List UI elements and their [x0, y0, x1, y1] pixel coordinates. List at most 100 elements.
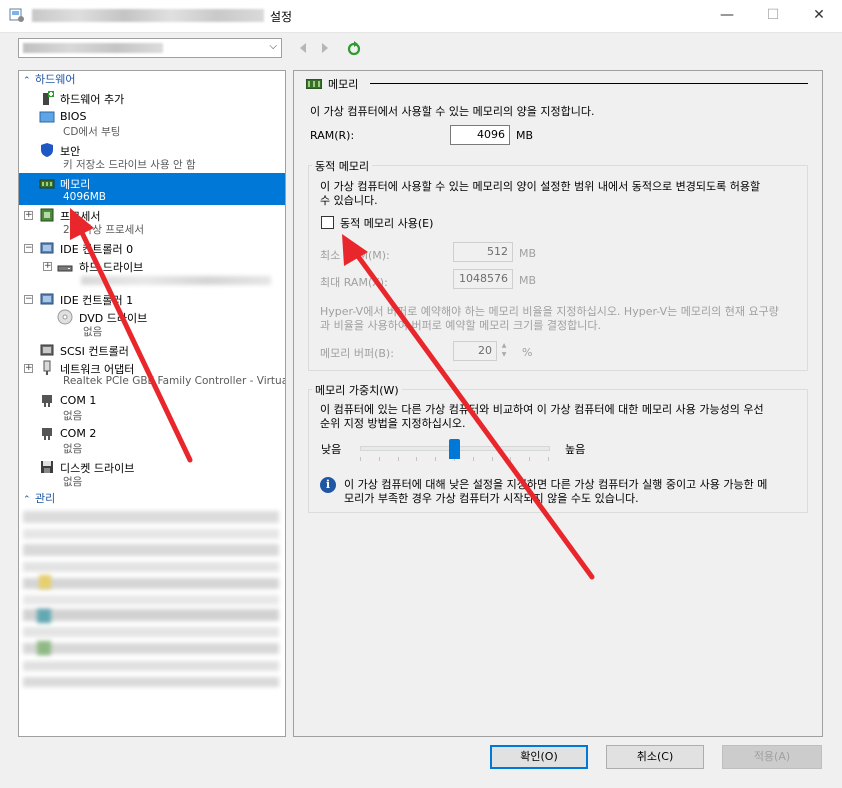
hardware-tree-pane[interactable]: ⌃ 하드웨어 하드웨어 추가 BIOS CD에서 부팅 보안 키 저장소 드라이브… — [18, 70, 286, 737]
refresh-icon[interactable] — [346, 40, 362, 56]
sidebar-item-ide-controller-1[interactable]: − IDE 컨트롤러 1 — [19, 290, 285, 308]
sidebar-item-sub: 없음 — [63, 476, 83, 488]
weight-low-label: 낮음 — [321, 443, 342, 456]
slider-tick — [491, 457, 493, 461]
sidebar-item-processor[interactable]: + 프로세서 2개 가상 프로세서 — [19, 206, 285, 238]
dvd-disc-icon — [57, 309, 73, 325]
min-ram-input[interactable]: 512 — [453, 242, 513, 262]
sidebar-item-sub: 키 저장소 드라이브 사용 안 함 — [63, 159, 196, 171]
min-ram-unit: MB — [519, 247, 537, 260]
sidebar-item-scsi-controller[interactable]: SCSI 컨트롤러 — [19, 341, 285, 359]
enable-dynamic-memory-label[interactable]: 동적 메모리 사용(E) — [340, 215, 433, 231]
slider-tick — [378, 457, 380, 461]
slider-tick — [472, 457, 474, 461]
memory-buffer-label: 메모리 버퍼(B): — [320, 347, 394, 360]
add-hardware-icon — [43, 91, 54, 105]
expand-icon[interactable]: + — [43, 262, 52, 271]
memory-weight-slider[interactable] — [360, 437, 550, 463]
vm-selector-combo[interactable]: ⌵ — [18, 38, 282, 58]
maximize-button[interactable]: ☐ — [750, 0, 796, 32]
slider-tick — [510, 457, 512, 461]
blurred-management-items — [23, 509, 279, 709]
settings-app-icon — [9, 8, 24, 22]
weight-high-label: 높음 — [565, 443, 586, 456]
slider-tick — [529, 457, 531, 461]
memory-settings-pane: 메모리 이 가상 컴퓨터에서 사용할 수 있는 메모리의 양을 지정합니다. R… — [293, 70, 823, 737]
chevron-down-icon: ⌵ — [269, 41, 277, 52]
sidebar-item-label: 하드웨어 추가 — [60, 93, 125, 106]
memory-chip-icon — [306, 79, 322, 89]
minimize-button[interactable]: — — [704, 0, 750, 32]
sidebar-item-add-hardware[interactable]: 하드웨어 추가 — [19, 89, 285, 107]
sidebar-item-security[interactable]: 보안 키 저장소 드라이브 사용 안 함 — [19, 141, 285, 173]
max-ram-input[interactable]: 1048576 — [453, 269, 513, 289]
management-section-header[interactable]: ⌃ 관리 — [23, 491, 55, 507]
sidebar-item-network-adapter[interactable]: + 네트워크 어댑터 Realtek PCIe GBE Family Contr… — [19, 359, 285, 391]
shield-icon — [41, 143, 53, 157]
slider-thumb[interactable] — [448, 439, 460, 459]
sidebar-item-bios[interactable]: BIOS CD에서 부팅 — [19, 108, 285, 140]
sidebar-item-label: IDE 컨트롤러 1 — [60, 294, 134, 307]
collapse-icon[interactable]: − — [24, 295, 33, 304]
dynamic-memory-title: 동적 메모리 — [312, 158, 373, 174]
chevron-up-icon: ⌃ — [23, 495, 31, 505]
sidebar-item-sub: 2개 가상 프로세서 — [63, 224, 144, 236]
sidebar-item-com2[interactable]: COM 2 없음 — [19, 425, 285, 457]
ide-controller-icon — [40, 293, 54, 305]
expand-icon[interactable]: + — [24, 211, 33, 220]
collapse-icon[interactable]: − — [24, 244, 33, 253]
slider-tick — [397, 457, 399, 461]
serial-port-icon — [42, 395, 52, 407]
weight-info-2: 모리가 부족한 경우 가상 컴퓨터가 시작되지 않을 수도 있습니다. — [344, 492, 639, 505]
serial-port-icon — [42, 428, 52, 440]
bios-chip-icon — [39, 111, 55, 123]
sidebar-item-label: IDE 컨트롤러 0 — [60, 243, 134, 256]
dynamic-memory-desc-1: 이 가상 컴퓨터에 사용할 수 있는 메모리의 양이 설정한 범위 내에서 동적… — [320, 180, 761, 193]
hard-drive-icon — [57, 265, 73, 272]
buffer-spin-icon[interactable]: ▲ ▼ — [497, 341, 511, 361]
blurred-folder-icon — [39, 575, 51, 589]
ok-button[interactable]: 확인(O) — [490, 745, 588, 769]
weight-desc-2: 순위 지정 방법을 지정하십시오. — [320, 417, 466, 430]
blurred-checkpoint-icon — [37, 641, 51, 655]
max-ram-label: 최대 RAM(X): — [320, 276, 388, 289]
sidebar-item-sub: CD에서 부팅 — [63, 126, 121, 138]
sidebar-item-label: 하드 드라이브 — [79, 261, 144, 274]
dynamic-memory-group — [308, 165, 808, 371]
sidebar-item-sub: 4096MB — [63, 191, 106, 203]
back-arrow-icon[interactable] — [298, 42, 308, 54]
ram-unit: MB — [516, 129, 534, 142]
memory-weight-title: 메모리 가중치(W) — [312, 382, 402, 398]
sidebar-item-ide-controller-0[interactable]: − IDE 컨트롤러 0 — [19, 239, 285, 257]
cancel-button[interactable]: 취소(C) — [606, 745, 704, 769]
blurred-integration-icon — [37, 609, 51, 623]
expand-icon[interactable]: + — [24, 364, 33, 373]
window-title: 설정 — [270, 10, 293, 24]
forward-arrow-icon[interactable] — [320, 42, 330, 54]
slider-tick — [360, 457, 361, 461]
sidebar-item-label: COM 1 — [60, 394, 97, 407]
sidebar-item-memory[interactable]: 메모리 4096MB — [19, 173, 285, 205]
memory-buffer-input[interactable]: 20 — [453, 341, 497, 361]
sidebar-item-hard-drive[interactable]: + 하드 드라이브 — [19, 257, 285, 289]
sidebar-item-dvd-drive[interactable]: DVD 드라이브 없음 — [19, 308, 285, 340]
memory-chip-icon — [39, 179, 55, 189]
enable-dynamic-memory-checkbox[interactable] — [321, 216, 334, 229]
memory-description: 이 가상 컴퓨터에서 사용할 수 있는 메모리의 양을 지정합니다. — [310, 105, 595, 118]
blurred-vhd-path — [81, 276, 271, 285]
buffer-desc-2: 과 비율을 사용하여 버퍼로 예약할 메모리 크기를 결정합니다. — [320, 319, 601, 332]
blurred-vm-name — [23, 43, 163, 53]
close-button[interactable]: ✕ — [796, 0, 842, 32]
floppy-disk-icon — [41, 461, 53, 473]
dynamic-memory-desc-2: 수 있습니다. — [320, 194, 378, 207]
sidebar-item-label: BIOS — [60, 110, 87, 123]
sidebar-item-sub: 없음 — [63, 443, 83, 455]
apply-button[interactable]: 적용(A) — [722, 745, 822, 769]
sidebar-item-com1[interactable]: COM 1 없음 — [19, 392, 285, 424]
ram-input[interactable]: 4096 — [450, 125, 510, 145]
min-ram-label: 최소 RAM(M): — [320, 249, 390, 262]
chevron-up-icon: ⌃ — [23, 76, 31, 86]
processor-icon — [40, 208, 54, 222]
hardware-section-header[interactable]: ⌃ 하드웨어 — [23, 72, 75, 88]
sidebar-item-diskette-drive[interactable]: 디스켓 드라이브 없음 — [19, 458, 285, 490]
